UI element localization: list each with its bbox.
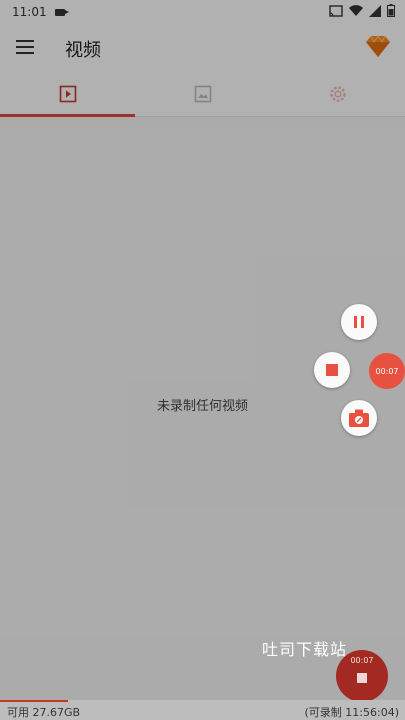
storage-progress bbox=[0, 700, 68, 702]
stop-icon bbox=[326, 364, 338, 376]
stop-button[interactable] bbox=[314, 352, 350, 388]
camera-icon bbox=[349, 409, 369, 427]
watermark-text: 吐司下载站 bbox=[262, 640, 348, 659]
pause-icon bbox=[354, 316, 364, 328]
pause-button[interactable] bbox=[341, 304, 377, 340]
record-timer: 00:07 bbox=[350, 656, 374, 665]
floating-timer-button[interactable]: 00:07 bbox=[369, 353, 405, 389]
recordable-time: (可录制 11:56:04) bbox=[304, 706, 399, 719]
storage-bar: 可用 27.67GB (可录制 11:56:04) bbox=[0, 700, 405, 720]
record-stop-fab[interactable]: 00:07 bbox=[336, 650, 388, 702]
available-storage: 可用 27.67GB bbox=[7, 706, 81, 719]
stop-square-icon bbox=[357, 673, 367, 683]
screenshot-button[interactable] bbox=[341, 400, 377, 436]
